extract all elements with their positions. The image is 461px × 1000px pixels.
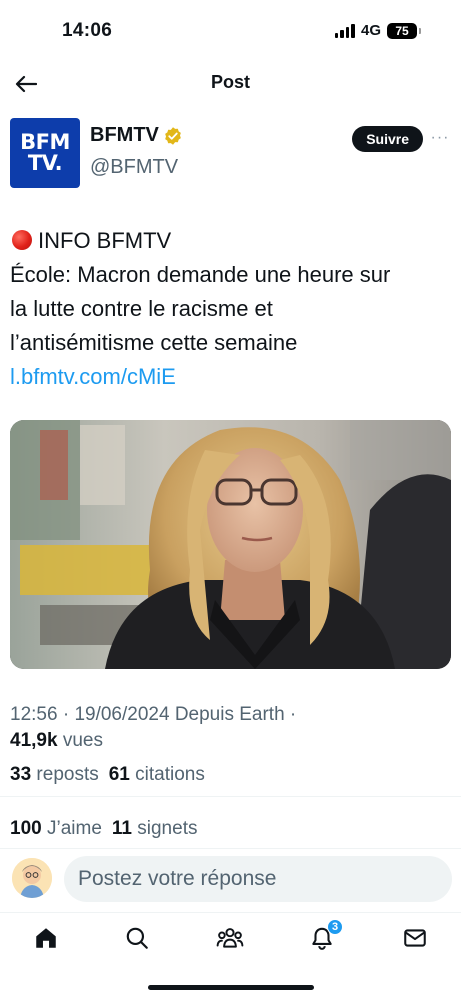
communities-icon [216, 928, 244, 948]
views-count: 41,9k [10, 730, 58, 751]
follow-button[interactable]: Suivre [352, 126, 423, 152]
home-indicator [148, 985, 314, 990]
tweet-media-photo[interactable] [10, 420, 451, 669]
tab-search[interactable] [122, 923, 152, 953]
more-options-button[interactable]: ··· [429, 128, 451, 148]
status-indicators: 4G 75 [334, 22, 421, 39]
avatar-text-line1: BFM [20, 130, 70, 154]
views-label: vues [62, 730, 103, 751]
news-photo [10, 420, 451, 669]
tweet-link[interactable]: l.bfmtv.com/cMiE [10, 360, 451, 394]
avatar-text-line2: TV. [27, 151, 63, 175]
quotes-stat[interactable]: 61 citations [109, 764, 205, 786]
bookmarks-count: 11 [111, 818, 132, 839]
tab-communities[interactable] [215, 923, 245, 953]
user-avatar-image [12, 858, 52, 898]
quotes-count: 61 [108, 764, 130, 785]
divider [0, 796, 461, 797]
author-row: BFM TV. BFMTV @BFMTV Suivre ··· [10, 118, 451, 190]
red-circle-emoji-icon [12, 230, 32, 250]
mail-icon [404, 929, 426, 947]
tweet-headline: INFO BFMTV [38, 228, 172, 253]
likes-label: J’aime [46, 818, 102, 839]
likes-stat[interactable]: 100 J’aime [10, 818, 102, 840]
tab-notifications[interactable]: 3 [307, 919, 343, 953]
bookmarks-stat[interactable]: 11 signets [112, 818, 198, 840]
divider [0, 848, 461, 849]
likes-bookmarks-row: 100 J’aime 11 signets [10, 818, 197, 840]
status-bar: 14:06 4G 75 [0, 0, 461, 62]
tweet-line-2: École: Macron demande une heure sur [10, 262, 391, 287]
notifications-badge: 3 [327, 919, 343, 935]
author-display-name[interactable]: BFMTV [90, 124, 159, 147]
page-title: Post [210, 72, 250, 92]
tab-messages[interactable] [400, 923, 430, 953]
user-avatar[interactable] [12, 858, 52, 898]
battery-level: 75 [395, 23, 409, 38]
likes-count: 100 [10, 818, 42, 839]
author-name-row: BFMTV [90, 124, 183, 147]
author-handle[interactable]: @BFMTV [90, 156, 178, 179]
reposts-stat[interactable]: 33 reposts [10, 764, 99, 786]
top-nav: Post [0, 62, 461, 106]
bottom-tab-bar: 3 [0, 912, 461, 962]
views-row: 41,9k vues [10, 728, 451, 754]
tweet-time[interactable]: 12:56 [10, 704, 58, 725]
bookmarks-label: signets [137, 818, 198, 839]
battery-tip [419, 27, 421, 34]
tweet-date[interactable]: 19/06/2024 [74, 704, 169, 725]
reposts-label: reposts [36, 764, 99, 785]
verified-badge-icon [165, 126, 181, 145]
reply-bar [0, 856, 461, 904]
tweet-line-3: la lutte contre le racisme et [10, 296, 273, 321]
signal-icon [334, 23, 355, 38]
reposts-count: 33 [10, 764, 32, 785]
tab-home[interactable] [31, 923, 61, 953]
search-icon [126, 927, 148, 949]
tweet-meta: 12:56 · 19/06/2024 Depuis Earth · 41,9k … [10, 702, 451, 754]
timestamp-row: 12:56 · 19/06/2024 Depuis Earth · [10, 704, 297, 725]
author-avatar[interactable]: BFM TV. [10, 118, 80, 188]
quotes-label: citations [135, 764, 205, 785]
tweet-line-1: INFO BFMTV [10, 224, 451, 258]
status-time: 14:06 [62, 20, 113, 41]
tweet-line-4: l’antisémitisme cette semaine [10, 330, 298, 355]
tweet-source: Depuis Earth [174, 704, 285, 725]
tweet-text: INFO BFMTV École: Macron demande une heu… [10, 224, 451, 394]
reposts-quotes-row: 33 reposts 61 citations [10, 764, 205, 786]
home-icon [36, 928, 56, 948]
battery-icon: 75 [387, 22, 417, 39]
reply-input[interactable] [64, 856, 452, 902]
network-label: 4G [360, 22, 381, 39]
